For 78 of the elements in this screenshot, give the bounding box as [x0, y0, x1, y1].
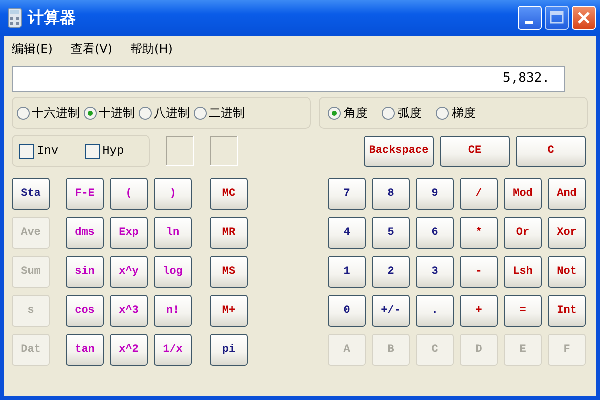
calculator-key[interactable]: 0 — [328, 295, 366, 327]
radio-label: 八进制 — [154, 104, 190, 122]
calculator-key[interactable]: +/- — [372, 295, 410, 327]
calculator-key[interactable]: Lsh — [504, 256, 542, 288]
radio-label: 十六进制 — [32, 104, 80, 122]
calculator-key[interactable]: 1/x — [154, 334, 192, 366]
radio-button[interactable] — [382, 106, 395, 120]
calculator-key[interactable]: n! — [154, 295, 192, 327]
calculator-key[interactable]: pi — [210, 334, 248, 366]
radio-button[interactable] — [328, 106, 341, 120]
radio-button[interactable] — [194, 106, 207, 120]
radio-label: 梯度 — [452, 104, 476, 122]
calculator-key[interactable]: Sta — [12, 178, 50, 210]
calculator-key[interactable]: / — [460, 178, 498, 210]
calculator-key[interactable]: dms — [66, 217, 104, 249]
calculator-key[interactable]: ( — [110, 178, 148, 210]
menu-item[interactable]: 编辑(E) — [12, 40, 53, 58]
calculator-key[interactable]: x^3 — [110, 295, 148, 327]
calculator-key[interactable]: 6 — [416, 217, 454, 249]
radio-button[interactable] — [17, 106, 30, 120]
radio-button[interactable] — [84, 106, 97, 120]
calculator-key[interactable]: Exp — [110, 217, 148, 249]
calculator-key[interactable]: cos — [66, 295, 104, 327]
calculator-key[interactable]: x^2 — [110, 334, 148, 366]
calculator-key[interactable]: CE — [440, 136, 510, 166]
calculator-key[interactable]: C — [516, 136, 586, 166]
display-field: 5,832. — [12, 66, 565, 92]
calculator-key[interactable]: sin — [66, 256, 104, 288]
checkbox-label: Inv — [37, 144, 59, 158]
radio-label: 十进制 — [99, 104, 135, 122]
calculator-icon — [8, 8, 22, 28]
checkbox[interactable] — [19, 144, 34, 158]
calculator-key[interactable]: 1 — [328, 256, 366, 288]
calculator-key[interactable]: M+ — [210, 295, 248, 327]
checkbox[interactable] — [84, 144, 100, 158]
radio-label: 二进制 — [209, 104, 245, 122]
indicator-box — [166, 136, 194, 166]
calculator-key[interactable]: = — [504, 295, 542, 327]
calculator-key[interactable]: 5 — [372, 217, 410, 249]
calculator-key[interactable]: 9 — [416, 178, 454, 210]
calculator-key[interactable]: 4 — [328, 217, 366, 249]
calculator-key[interactable]: Xor — [548, 217, 586, 249]
calculator-key[interactable]: MC — [210, 178, 248, 210]
calculator-key[interactable]: - — [460, 256, 498, 288]
minimize-button[interactable] — [518, 6, 542, 30]
calculator-key[interactable]: + — [460, 295, 498, 327]
calculator-key[interactable]: 7 — [328, 178, 366, 210]
calculator-key[interactable]: tan — [66, 334, 104, 366]
calculator-key[interactable]: ) — [154, 178, 192, 210]
menu-item[interactable]: 查看(V) — [70, 40, 113, 58]
radio-button[interactable] — [436, 106, 449, 120]
window-title: 计算器 — [28, 8, 76, 28]
calculator-key[interactable]: 3 — [416, 256, 454, 288]
menu-item[interactable]: 帮助(H) — [130, 40, 173, 58]
calculator-key[interactable]: x^y — [110, 256, 148, 288]
calculator-key[interactable]: Or — [504, 217, 542, 249]
checkbox-label: Hyp — [102, 144, 124, 158]
calculator-key[interactable]: . — [416, 295, 454, 327]
calculator-key[interactable]: 2 — [372, 256, 410, 288]
maximize-button[interactable] — [545, 6, 569, 30]
indicator-box — [210, 136, 238, 166]
close-button[interactable] — [572, 6, 596, 30]
minimize-icon — [525, 21, 533, 24]
radio-label: 弧度 — [398, 104, 422, 122]
radio-button[interactable] — [139, 106, 152, 120]
calculator-key[interactable]: ln — [154, 217, 192, 249]
calculator-key[interactable]: MS — [210, 256, 248, 288]
calculator-key[interactable]: Mod — [504, 178, 542, 210]
radio-label: 角度 — [344, 104, 368, 122]
calculator-key[interactable]: log — [154, 256, 192, 288]
calculator-key[interactable]: Int — [548, 295, 586, 327]
calculator-key[interactable]: Not — [548, 256, 586, 288]
calculator-key[interactable]: Backspace — [364, 136, 434, 166]
calculator-key[interactable]: F-E — [66, 178, 104, 210]
calculator-key[interactable]: 8 — [372, 178, 410, 210]
calculator-key[interactable]: And — [548, 178, 586, 210]
calculator-key[interactable]: * — [460, 217, 498, 249]
calculator-key[interactable]: MR — [210, 217, 248, 249]
